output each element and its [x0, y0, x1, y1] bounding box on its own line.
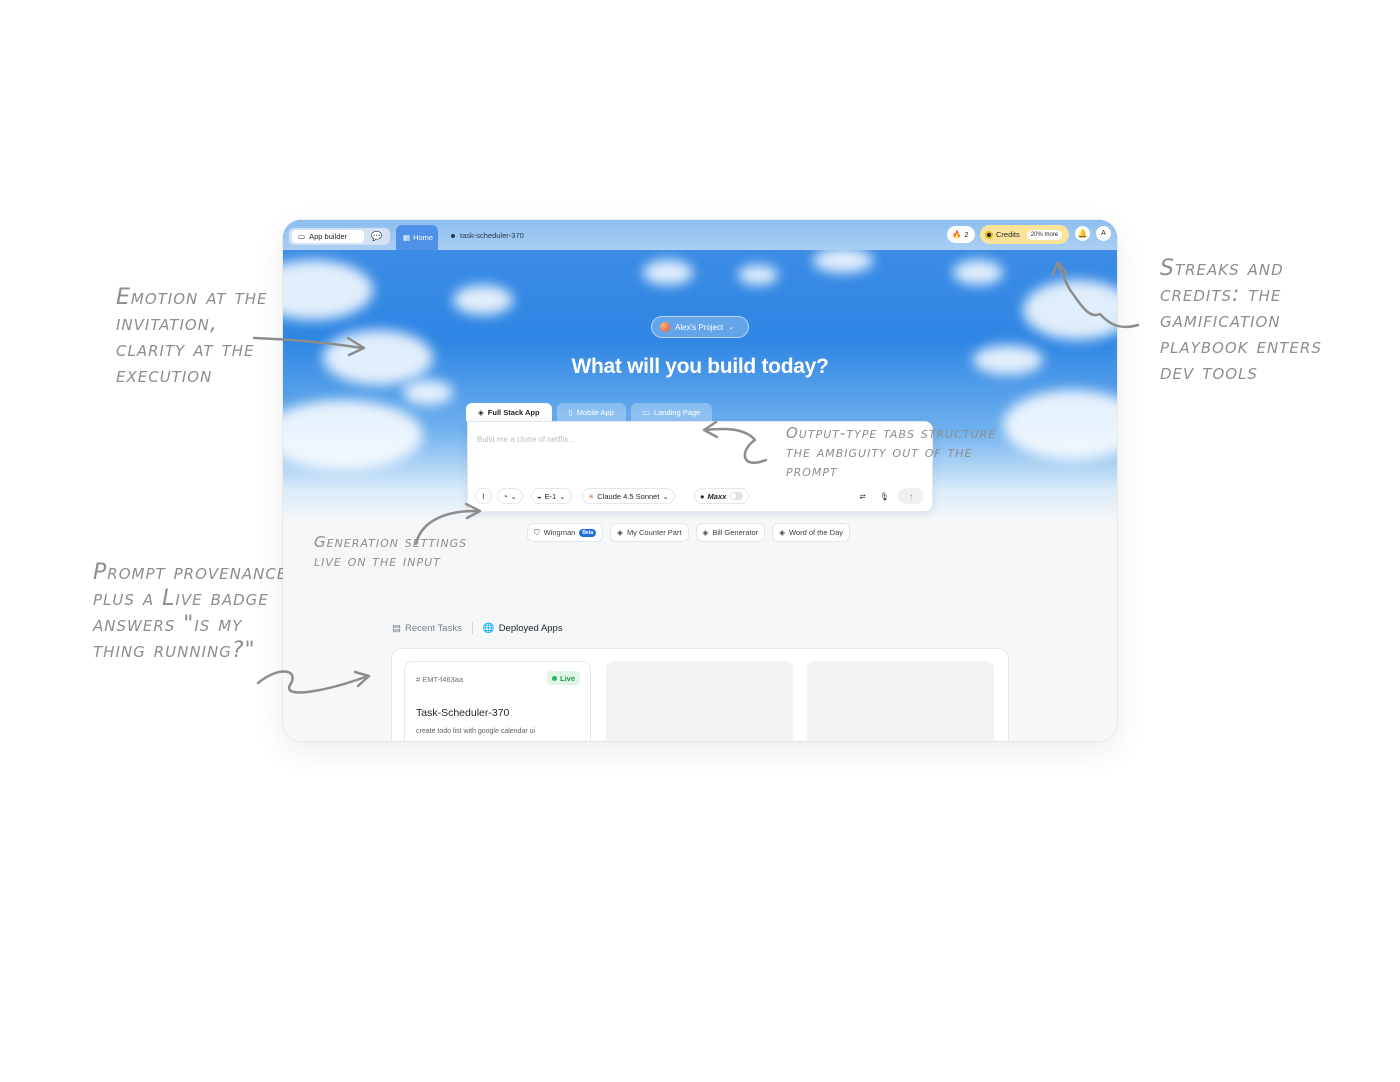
- toggle-switch[interactable]: [729, 492, 744, 500]
- annotation-emotion: Emotion at the invitation, clarity at th…: [116, 285, 268, 388]
- page-title: What will you build today?: [571, 355, 829, 378]
- tab-mobile-app[interactable]: ▯ Mobile App: [556, 403, 626, 421]
- tab-label: Landing Page: [653, 407, 701, 417]
- suggestion-wingman[interactable]: ⛉ Wingman Beta: [527, 523, 604, 542]
- tab-deployed-apps[interactable]: 🌐 Deployed Apps: [483, 623, 563, 634]
- arrow-up-icon: ↑: [909, 491, 913, 501]
- suggestion-bill-generator[interactable]: ◈ Bill Generator: [695, 523, 766, 542]
- send-button[interactable]: ↑: [898, 488, 924, 504]
- chat-icon[interactable]: 💬: [371, 231, 382, 242]
- tab-task[interactable]: task-scheduler-370: [451, 231, 524, 240]
- app-builder-button[interactable]: ▭ App builder: [292, 230, 364, 243]
- tab-landing-page[interactable]: ▭ Landing Page: [630, 403, 713, 421]
- shield-icon: ⛉: [534, 527, 540, 537]
- credits-label: Credits: [996, 230, 1020, 239]
- github-button[interactable]: ◔ ⌄: [497, 488, 523, 504]
- output-type-tabs: ◈ Full Stack App ▯ Mobile App ▭ Landing …: [466, 403, 713, 421]
- tab-home[interactable]: ▦ Home: [396, 225, 438, 250]
- model-label: Claude 4.5 Sonnet: [597, 491, 660, 501]
- live-dot-icon: [551, 675, 557, 681]
- coin-icon: [985, 230, 993, 239]
- attach-button[interactable]: ⌇: [475, 488, 492, 504]
- microphone-button[interactable]: 🎙: [876, 488, 893, 504]
- chevron-down-icon: ⌄: [559, 491, 566, 501]
- card-description: create todo list with google calendar ui: [416, 728, 536, 735]
- suggestion-label: Bill Generator: [712, 528, 759, 537]
- deployed-apps-panel: # EMT-f463aa Live Task-Scheduler-370 cre…: [391, 648, 1009, 741]
- layers-icon: ◈: [779, 528, 785, 537]
- tab-label: Recent Tasks: [404, 622, 462, 634]
- card-id: # EMT-f463aa: [416, 675, 464, 684]
- paperclip-icon: ⌇: [481, 491, 486, 501]
- tab-home-label: Home: [413, 233, 434, 242]
- app-card-placeholder: [807, 661, 994, 741]
- streak-count: 2: [964, 230, 969, 239]
- phone-icon: ▯: [568, 407, 573, 417]
- settings-sliders-button[interactable]: ⇌: [854, 488, 871, 504]
- agent-label: E-1: [544, 491, 557, 501]
- grid-icon: ▦: [403, 233, 411, 242]
- app-card[interactable]: # EMT-f463aa Live Task-Scheduler-370 cre…: [404, 661, 591, 741]
- mode-label: Maxx: [707, 491, 727, 501]
- streak-badge[interactable]: 🔥 2: [947, 226, 975, 243]
- layers-icon: ◈: [617, 528, 623, 537]
- agent-selector[interactable]: ◒ E-1 ⌄: [531, 488, 572, 504]
- user-circle-icon: ●: [700, 491, 705, 501]
- tab-label: Full Stack App: [487, 407, 540, 417]
- project-selector[interactable]: Alex's Project ⌄: [651, 316, 749, 338]
- bottom-tabs: ▤ Recent Tasks 🌐 Deployed Apps: [392, 622, 563, 634]
- tab-label: Deployed Apps: [498, 622, 563, 634]
- credits-promo-badge: 20% more: [1026, 229, 1063, 240]
- top-bar: ▭ App builder 💬 ▦ Home task-scheduler-37…: [283, 220, 1117, 250]
- status-label: Live: [559, 673, 575, 683]
- sliders-icon: ⇌: [859, 491, 866, 501]
- max-mode-toggle[interactable]: ● Maxx: [694, 488, 750, 504]
- chevron-down-icon: ⌄: [662, 491, 669, 501]
- app-builder-label: App builder: [309, 232, 348, 241]
- status-dot-icon: [451, 233, 455, 238]
- tab-full-stack-app[interactable]: ◈ Full Stack App: [466, 403, 552, 421]
- suggestion-chips: ⛉ Wingman Beta ◈ My Counter Part ◈ Bill …: [527, 523, 851, 542]
- suggestion-label: My Counter Part: [626, 528, 682, 537]
- annotation-output-tabs: Output-type tabs structure the ambiguity…: [786, 424, 997, 480]
- annotation-provenance: Prompt provenance plus a Live badge answ…: [93, 560, 288, 663]
- tab-label: Mobile App: [576, 407, 614, 417]
- annotation-generation: Generation settings live on the input: [314, 533, 468, 570]
- robot-icon: ◒: [537, 491, 542, 501]
- notification-bell-icon[interactable]: 🔔: [1075, 226, 1090, 241]
- suggestion-label: Word of the Day: [788, 528, 844, 537]
- globe-icon: 🌐: [482, 622, 495, 634]
- model-selector[interactable]: ✳ Claude 4.5 Sonnet ⌄: [582, 488, 675, 504]
- beta-badge: Beta: [579, 528, 597, 537]
- tab-recent-tasks[interactable]: ▤ Recent Tasks: [392, 623, 462, 634]
- clipboard-icon: ▤: [392, 622, 401, 634]
- window-icon: ▭: [298, 232, 306, 241]
- github-icon: ◔: [503, 491, 508, 501]
- annotation-streaks: Streaks and credits: the gamification pl…: [1160, 256, 1322, 385]
- mode-switch: ▭ App builder 💬: [289, 228, 390, 245]
- project-name: Alex's Project: [675, 322, 724, 332]
- suggestion-my-counter-part[interactable]: ◈ My Counter Part: [610, 523, 689, 542]
- tab-task-label: task-scheduler-370: [460, 231, 524, 240]
- chevron-down-icon: ⌄: [510, 491, 517, 501]
- browser-icon: ▭: [642, 407, 650, 417]
- suggestion-label: Wingman: [543, 528, 576, 537]
- layers-icon: ◈: [478, 407, 484, 417]
- status-badge: Live: [546, 671, 580, 685]
- chevron-down-icon: ⌄: [728, 324, 735, 331]
- microphone-icon: 🎙: [879, 491, 890, 501]
- app-card-placeholder: [606, 661, 793, 741]
- credits-button[interactable]: Credits 20% more: [980, 225, 1069, 244]
- layers-icon: ◈: [702, 528, 709, 537]
- project-orb-icon: [660, 322, 670, 332]
- prompt-input[interactable]: [477, 435, 777, 444]
- flame-icon: 🔥: [952, 230, 962, 239]
- claude-icon: ✳: [588, 491, 595, 501]
- avatar[interactable]: A: [1096, 226, 1111, 241]
- card-title: Task-Scheduler-370: [416, 707, 510, 719]
- suggestion-word-of-the-day[interactable]: ◈ Word of the Day: [772, 523, 851, 542]
- divider: [471, 622, 473, 634]
